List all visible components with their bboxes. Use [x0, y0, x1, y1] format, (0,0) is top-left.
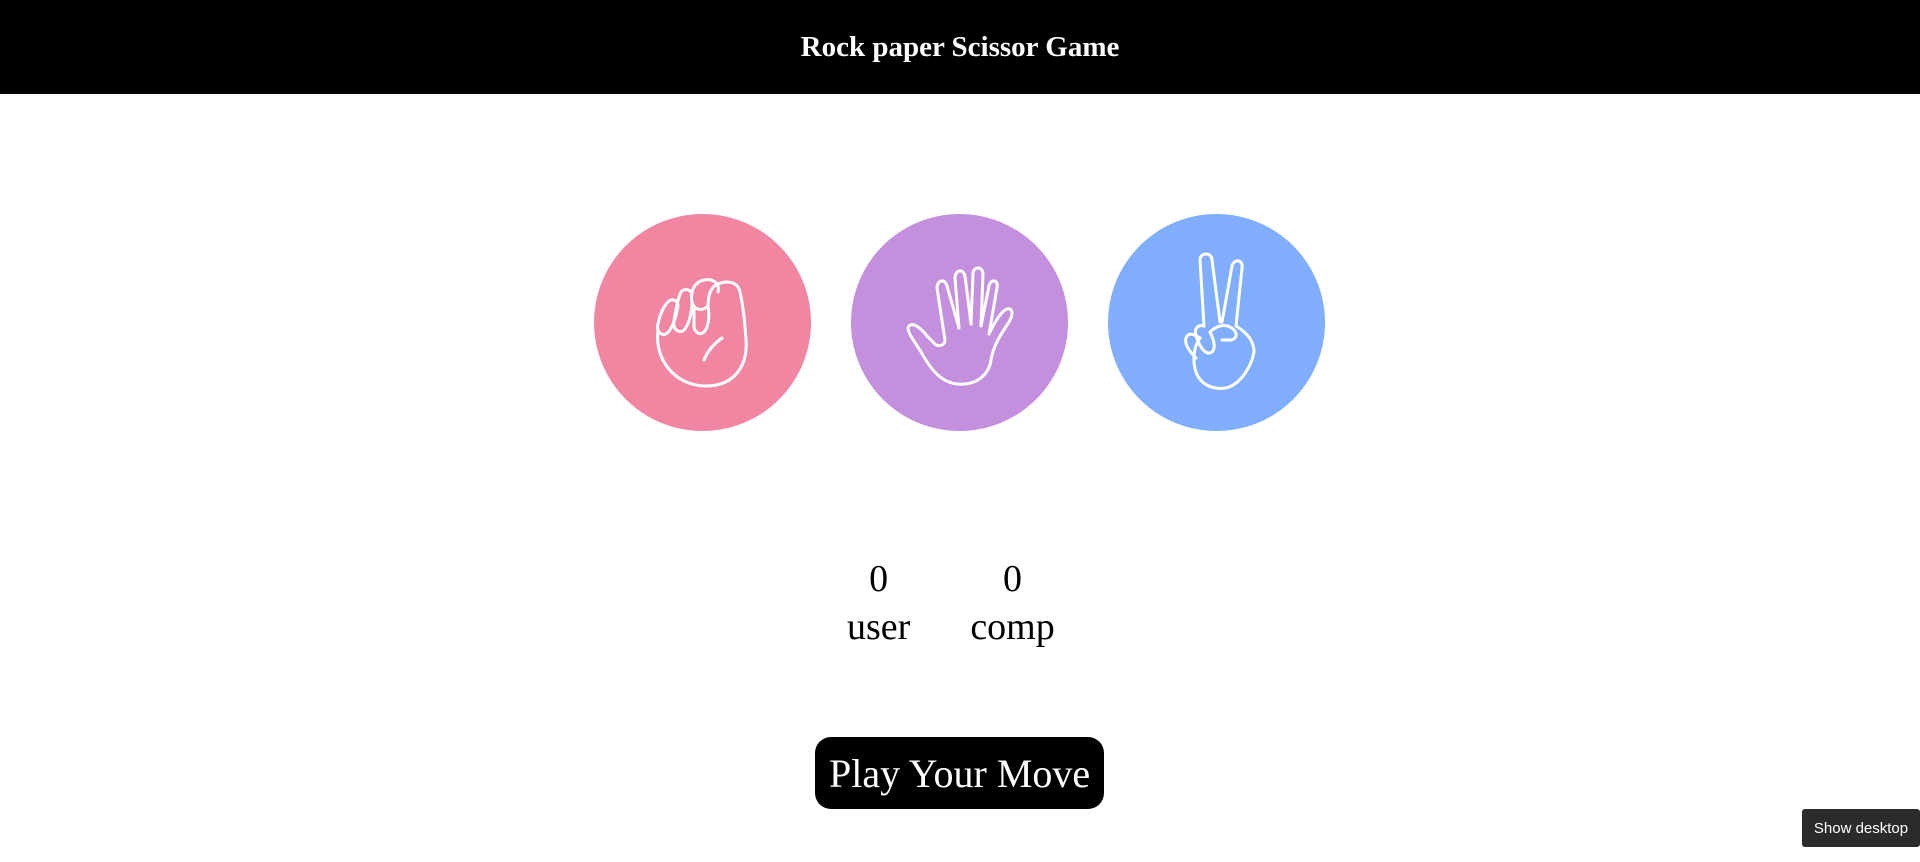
comp-score-label: comp	[970, 606, 1055, 648]
paper-hand-icon	[906, 266, 1013, 386]
page-title: Rock paper Scissor Game	[800, 30, 1120, 63]
user-score: 0 user	[847, 555, 910, 651]
play-move-message[interactable]: Play Your Move	[815, 737, 1105, 809]
score-board: 0 user 0 comp	[847, 555, 1055, 651]
scissors-hand-icon	[1183, 252, 1255, 390]
choice-paper[interactable]	[851, 214, 1068, 431]
choice-scissors[interactable]	[1108, 214, 1325, 431]
rock-fist-icon	[655, 277, 748, 387]
header-bar: Rock paper Scissor Game	[0, 0, 1920, 94]
game-page: Rock paper Scissor Game 0 user 0 comp Pl…	[0, 0, 1920, 862]
show-desktop-button[interactable]: Show desktop	[1802, 809, 1920, 847]
comp-score-value: 0	[1003, 558, 1023, 600]
user-score-label: user	[847, 606, 911, 648]
user-score-value: 0	[869, 558, 889, 600]
comp-score: 0 comp	[970, 555, 1054, 651]
choices-row	[594, 214, 1325, 431]
choice-rock[interactable]	[594, 214, 811, 431]
